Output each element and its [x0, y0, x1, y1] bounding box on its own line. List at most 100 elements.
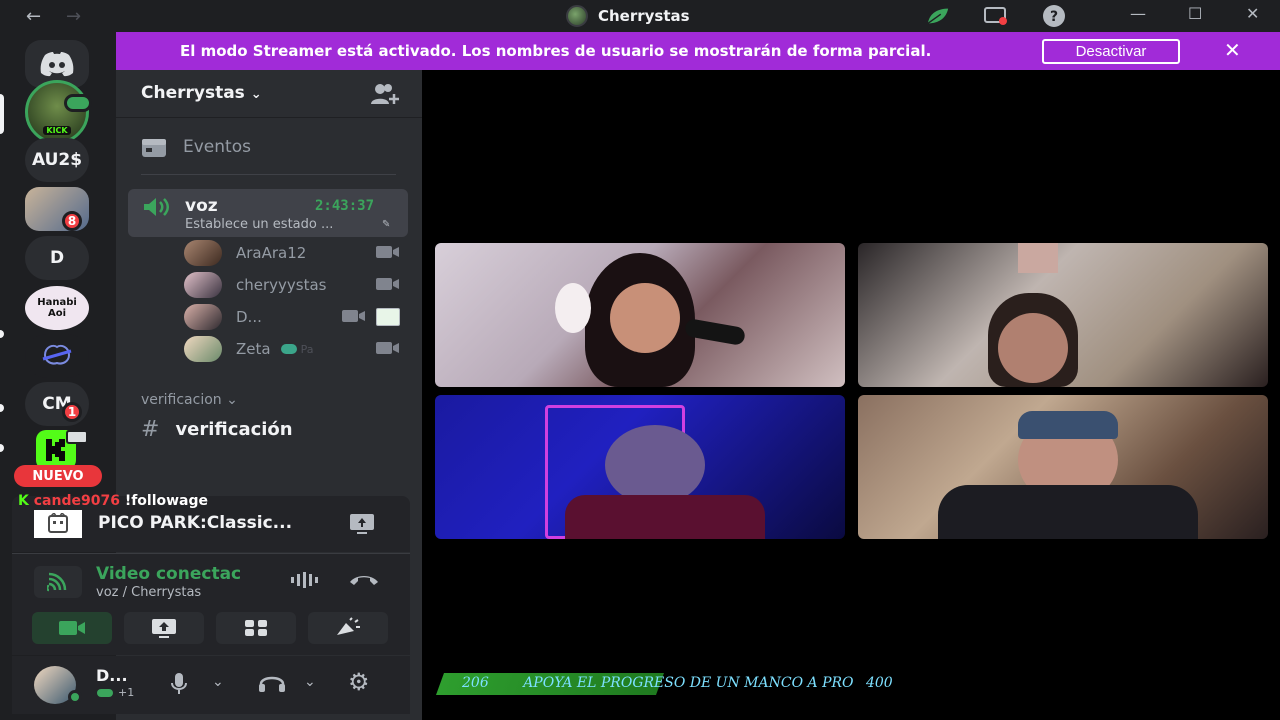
microphone-icon[interactable]	[170, 672, 188, 700]
set-status-text[interactable]: Establece un estado ...	[185, 217, 333, 232]
streamer-mode-banner: El modo Streamer está activado. Los nomb…	[116, 32, 1280, 70]
chat-message: K cande9076 !followage	[18, 493, 209, 509]
minimize-icon[interactable]: —	[1130, 4, 1146, 23]
camera-icon	[376, 342, 399, 354]
pico-park-icon	[34, 510, 82, 538]
stream-game-icon[interactable]	[348, 512, 376, 540]
camera-toggle-button[interactable]	[32, 612, 112, 644]
chevron-down-icon[interactable]: ⌄	[212, 674, 224, 690]
chevron-down-icon: ⌄	[226, 392, 238, 408]
avatar	[184, 272, 222, 298]
arrow-right-icon[interactable]: →	[66, 6, 81, 27]
voice-user-row[interactable]: Zeta Pa	[184, 335, 400, 363]
voice-channel-voz[interactable]: voz 2:43:37 Establece un estado ... ✎	[128, 189, 408, 237]
window-title: Cherrystas	[566, 5, 690, 27]
help-icon[interactable]: ?	[1042, 5, 1066, 27]
svg-text:?: ?	[1050, 9, 1058, 25]
disable-streamer-button[interactable]: Desactivar	[1042, 39, 1180, 64]
noise-suppression-icon[interactable]	[290, 572, 322, 592]
activities-icon	[245, 620, 267, 636]
chevron-down-icon[interactable]: ⌄	[304, 674, 316, 690]
guild-name: Cherrystas ⌄	[141, 83, 262, 103]
kick-k-icon: K	[18, 493, 29, 509]
maximize-icon[interactable]: ☐	[1188, 4, 1202, 23]
brain-logo-icon	[42, 344, 72, 365]
soundboard-icon	[337, 617, 360, 635]
voice-user-row[interactable]: AraAra12	[184, 239, 400, 267]
activity-name: PICO PARK:Classic...	[98, 513, 293, 533]
gamepad-icon	[97, 688, 113, 697]
ticker-start: 206	[462, 675, 489, 691]
ticker-message: APOYA EL PROGRESO DE UN MANCO A PRO	[523, 675, 854, 691]
banner-text: El modo Streamer está activado. Los nomb…	[180, 42, 932, 60]
camera-icon	[376, 278, 399, 290]
chevron-down-icon: ⌄	[250, 87, 262, 102]
discord-logo-icon	[40, 52, 74, 77]
nitro-leaf-icon[interactable]	[926, 5, 950, 27]
user-activity: +1	[96, 686, 134, 699]
category-verificacion[interactable]: verificacion ⌄	[141, 392, 238, 408]
server-avatar-icon	[566, 5, 588, 27]
activity-game-icon	[376, 308, 400, 326]
video-tile-cheryyystas[interactable]	[858, 243, 1268, 387]
new-badge: NUEVO	[14, 465, 102, 487]
soundboard-button[interactable]	[308, 612, 388, 644]
screen-share-icon[interactable]	[984, 5, 1008, 27]
banner-close-icon[interactable]: ✕	[1224, 38, 1241, 62]
connection-channel[interactable]: voz / Cherrystas	[96, 585, 201, 600]
video-tile-d[interactable]	[435, 395, 845, 539]
arrow-left-icon[interactable]: ←	[26, 6, 41, 27]
video-camera-icon	[59, 621, 85, 635]
connection-status: Video conectac	[96, 564, 242, 584]
window-close-icon[interactable]: ✕	[1246, 4, 1259, 23]
video-tile-zeta[interactable]	[858, 395, 1268, 539]
hanabi-server[interactable]: Hanabi Aoi	[25, 286, 89, 330]
text-channel-verificacion[interactable]: # verificación	[141, 417, 293, 442]
voice-user-row[interactable]: cheryyystas	[184, 271, 400, 299]
mention-badge: 1	[62, 402, 82, 422]
avatar	[184, 240, 222, 266]
video-live-icon	[64, 94, 92, 112]
avatar	[184, 336, 222, 362]
calendar-icon	[142, 139, 166, 157]
avatar	[184, 304, 222, 330]
voice-connection-panel: Video conectac voz / Cherrystas	[12, 553, 410, 655]
speaker-icon	[142, 197, 172, 221]
cm-server[interactable]: CM	[25, 382, 89, 426]
cap	[1018, 411, 1118, 439]
online-status-icon	[68, 690, 82, 704]
camera-icon	[376, 246, 399, 258]
settings-gear-icon[interactable]: ⚙	[348, 670, 370, 694]
pencil-icon[interactable]: ✎	[382, 219, 390, 230]
donation-ticker: 206 APOYA EL PROGRESO DE UN MANCO A PRO …	[435, 673, 893, 695]
voice-user-row[interactable]: D...	[184, 303, 400, 331]
au2-server[interactable]: AU2$	[25, 138, 89, 182]
unread-pip	[0, 330, 4, 338]
mention-badge: 8	[62, 211, 82, 231]
kick-server[interactable]: KICK	[25, 80, 89, 144]
events-link[interactable]: Eventos	[141, 136, 251, 158]
brain-server[interactable]	[25, 334, 89, 378]
invite-people-icon[interactable]	[370, 82, 400, 110]
video-tile-araara12[interactable]	[435, 243, 845, 387]
screen-share-button[interactable]	[124, 612, 204, 644]
hash-icon: #	[141, 417, 160, 442]
activities-button[interactable]	[216, 612, 296, 644]
title-bar: ← → Cherrystas ? — ☐ ✕	[0, 0, 1280, 32]
headphone-earcup	[555, 283, 591, 333]
disconnect-icon[interactable]	[348, 572, 380, 592]
divider	[141, 174, 396, 175]
unread-pip	[0, 444, 4, 452]
d-server[interactable]: D	[25, 236, 89, 280]
guild-header[interactable]: Cherrystas ⌄	[116, 70, 422, 118]
voice-timer: 2:43:37	[315, 198, 375, 214]
event-calendar-icon	[66, 430, 88, 444]
patreon-tag: Pa	[280, 343, 313, 356]
camera-icon	[342, 310, 365, 322]
headphones-icon[interactable]	[258, 672, 286, 698]
unread-pip	[0, 404, 4, 412]
user-panel: D... +1 ⌄ ⌄ ⚙	[12, 656, 410, 714]
active-server-pip	[0, 94, 4, 134]
signal-icon[interactable]	[34, 566, 82, 598]
kick-logo-icon: KICK	[43, 126, 71, 135]
